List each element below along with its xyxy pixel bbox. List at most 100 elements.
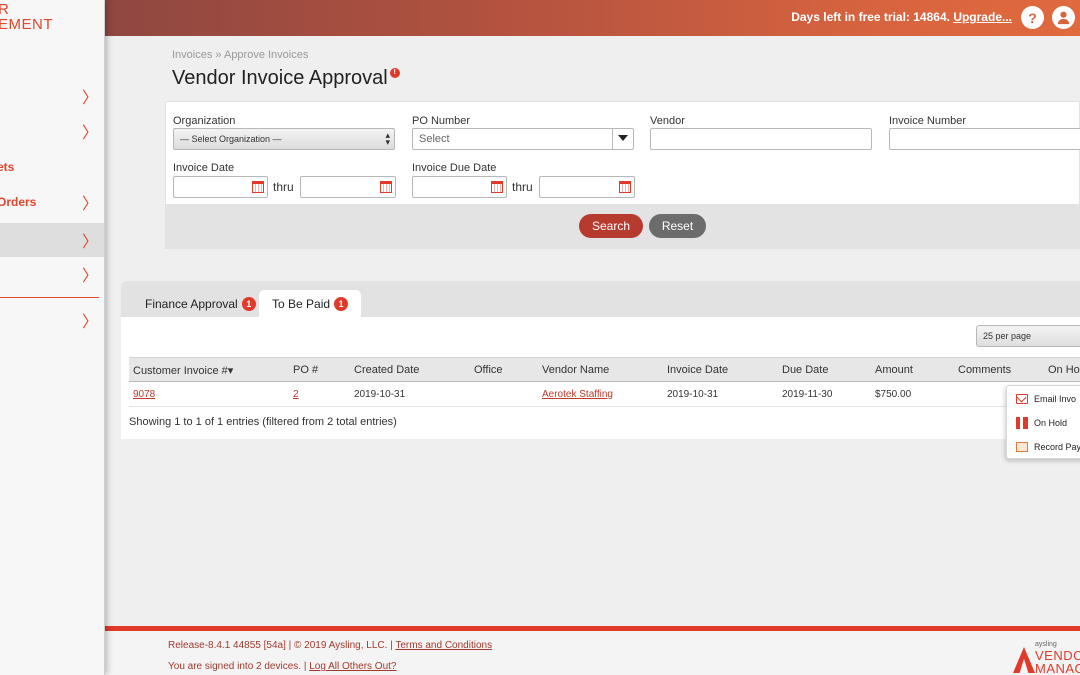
menu-item-record-payment[interactable]: Record Pay — [1007, 435, 1080, 458]
menu-item-label: On Hold — [1034, 418, 1068, 428]
po-number-placeholder: Select — [419, 133, 450, 145]
invoice-number-input[interactable] — [889, 128, 1080, 150]
chevron-right-icon: 〉 — [81, 234, 98, 251]
column-header-due-date[interactable]: Due Date — [782, 364, 828, 376]
po-number-label: PO Number — [412, 115, 471, 127]
row-action-menu: Email Invo On Hold Record Pay — [1006, 385, 1080, 459]
amount-cell: $750.00 — [875, 389, 912, 400]
sidebar: R EMENT 〉 〉 ets Orders 〉 〉 〉 〉 — [0, 0, 105, 675]
column-header-office[interactable]: Office — [474, 364, 503, 376]
sidebar-item-label: Orders — [0, 195, 37, 209]
due-date-cell: 2019-11-30 — [782, 389, 833, 400]
chevron-down-icon — [618, 135, 628, 141]
logo-a-icon — [1013, 647, 1035, 673]
release-text: Release-8.4.1 44855 [54a] | © 2019 Aysli… — [168, 640, 393, 651]
column-header-customer-invoice[interactable]: Customer Invoice #▾ — [133, 364, 233, 377]
po-number-select[interactable]: Select — [412, 128, 634, 150]
signed-in-line: You are signed into 2 devices. | Log All… — [168, 661, 397, 672]
table-info: Showing 1 to 1 of 1 entries (filtered fr… — [129, 416, 397, 428]
vendor-label: Vendor — [650, 115, 685, 127]
menu-item-on-hold[interactable]: On Hold — [1007, 411, 1080, 435]
app-logo[interactable]: R EMENT — [0, 2, 53, 32]
calendar-icon[interactable] — [619, 181, 631, 193]
vendor-input[interactable] — [650, 128, 872, 150]
column-header-comments[interactable]: Comments — [958, 364, 1011, 376]
release-line: Release-8.4.1 44855 [54a] | © 2019 Aysli… — [168, 640, 492, 651]
tab-to-be-paid[interactable]: To Be Paid 1 — [259, 290, 362, 317]
logo-line-2: EMENT — [0, 16, 53, 33]
menu-item-email-invoice[interactable]: Email Invo — [1007, 387, 1080, 411]
organization-select[interactable]: — Select Organization — ▴ ▾ — [173, 128, 395, 150]
trial-text: Days left in free trial: 14864. — [791, 10, 950, 24]
calendar-icon[interactable] — [491, 181, 503, 193]
invoice-due-date-label: Invoice Due Date — [412, 162, 497, 174]
top-bar: Days left in free trial: 14864. Upgrade.… — [105, 0, 1080, 36]
table-header: Customer Invoice #▾ PO # Created Date Of… — [129, 357, 1080, 382]
logo-line-2: MANAG — [1035, 661, 1080, 675]
sidebar-item-7[interactable]: 〉 — [0, 303, 104, 337]
log-out-others-link[interactable]: Log All Others Out? — [309, 661, 396, 672]
breadcrumb[interactable]: Invoices » Approve Invoices — [172, 49, 308, 61]
invoice-date-from-input[interactable] — [173, 176, 268, 198]
per-page-select[interactable]: 25 per page — [976, 325, 1080, 347]
column-header-invoice-date[interactable]: Invoice Date — [667, 364, 728, 376]
terms-link[interactable]: Terms and Conditions — [395, 640, 492, 651]
created-date-cell: 2019-10-31 — [354, 389, 406, 400]
filter-actions: Search Reset — [166, 204, 1079, 248]
calendar-icon[interactable] — [252, 181, 264, 193]
logo-small-text: aysling — [1035, 641, 1057, 648]
user-silhouette-icon — [1057, 11, 1070, 25]
info-icon[interactable]: ! — [389, 68, 400, 78]
search-button[interactable]: Search — [579, 214, 643, 238]
trial-notice: Days left in free trial: 14864. Upgrade.… — [791, 10, 1012, 24]
logo-line-1: R — [0, 2, 53, 17]
calendar-icon[interactable] — [380, 181, 392, 193]
invoice-date-to-input[interactable] — [300, 176, 396, 198]
page-title: Vendor Invoice Approval! — [172, 67, 400, 90]
reset-button[interactable]: Reset — [649, 214, 706, 238]
invoice-number-label: Invoice Number — [889, 115, 967, 127]
organization-select-value: — Select Organization — — [180, 134, 282, 144]
dropdown-divider — [612, 129, 613, 149]
due-date-to-input[interactable] — [539, 176, 635, 198]
page-title-text: Vendor Invoice Approval — [172, 67, 388, 89]
chevron-right-icon: 〉 — [81, 90, 98, 107]
invoice-link[interactable]: 9078 — [133, 389, 155, 400]
sidebar-divider — [0, 297, 99, 298]
chevron-right-icon: 〉 — [81, 196, 98, 213]
sidebar-item-2[interactable]: 〉 — [0, 114, 104, 148]
chevron-right-icon: 〉 — [81, 314, 98, 331]
sidebar-item-6[interactable]: 〉 — [0, 257, 104, 291]
thru-label: thru — [512, 180, 533, 194]
column-header-po[interactable]: PO # — [293, 364, 318, 376]
menu-item-label: Record Pay — [1034, 442, 1080, 452]
count-badge: 1 — [241, 296, 256, 311]
upgrade-link[interactable]: Upgrade... — [953, 10, 1012, 24]
chevron-right-icon: 〉 — [81, 125, 98, 142]
filter-panel: Organization — Select Organization — ▴ ▾ … — [165, 101, 1080, 249]
vendor-link[interactable]: Aerotek Staffing — [542, 389, 613, 400]
po-link[interactable]: 2 — [293, 389, 299, 400]
help-icon[interactable]: ? — [1021, 6, 1044, 29]
sidebar-item-active[interactable]: 〉 — [0, 223, 104, 257]
tab-label: Finance Approval — [145, 296, 238, 311]
column-header-vendor-name[interactable]: Vendor Name — [542, 364, 609, 376]
sidebar-item-1[interactable]: 〉 — [0, 79, 104, 113]
vendor-management-logo: aysling VENDOR MANAG — [1013, 639, 1080, 675]
column-header-created-date[interactable]: Created Date — [354, 364, 419, 376]
pause-icon — [1016, 417, 1028, 429]
tab-finance-approval[interactable]: Finance Approval 1 — [132, 290, 269, 317]
table-row: 9078 2 2019-10-31 Aerotek Staffing 2019-… — [129, 382, 1080, 407]
sidebar-item-3[interactable]: ets — [0, 150, 104, 184]
organization-label: Organization — [173, 115, 236, 127]
chevron-right-icon: 〉 — [81, 268, 98, 285]
email-icon — [1016, 394, 1028, 404]
payment-icon — [1016, 442, 1028, 452]
column-header-amount[interactable]: Amount — [875, 364, 913, 376]
sidebar-item-label: ets — [0, 160, 15, 174]
signed-in-text: You are signed into 2 devices. | — [168, 661, 307, 672]
column-header-on-hold[interactable]: On Hol — [1048, 364, 1080, 376]
due-date-from-input[interactable] — [412, 176, 507, 198]
user-icon[interactable] — [1052, 6, 1075, 29]
sidebar-item-orders[interactable]: Orders 〉 — [0, 185, 104, 219]
